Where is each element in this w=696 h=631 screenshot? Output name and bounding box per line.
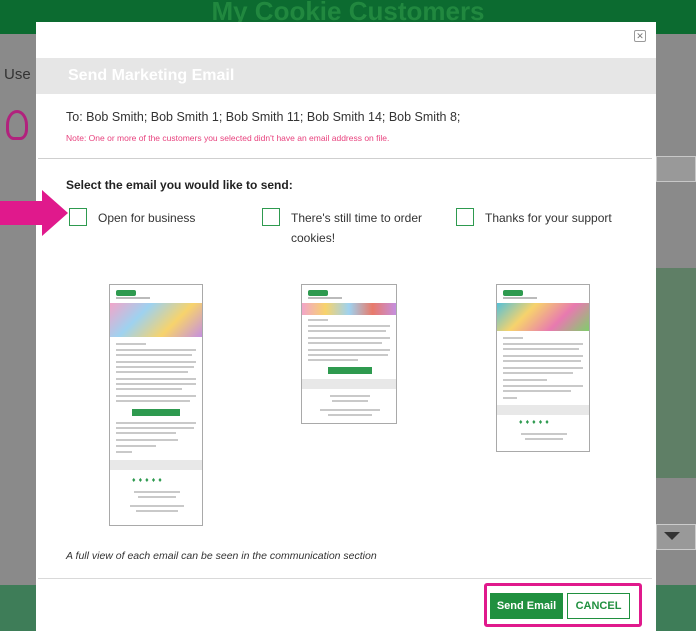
lightbulb-icon: [6, 110, 28, 140]
recipients-line: To: Bob Smith; Bob Smith 1; Bob Smith 11…: [66, 110, 461, 124]
footer-divider: [38, 578, 652, 579]
send-email-button[interactable]: Send Email: [490, 593, 563, 619]
option-still-time[interactable]: There's still time to order cookies!: [262, 208, 442, 248]
background-input: [656, 156, 696, 182]
modal-header: Send Marketing Email: [36, 58, 656, 94]
option-label: Thanks for your support: [485, 211, 612, 225]
missing-email-note: Note: One or more of the customers you s…: [66, 133, 390, 143]
checkbox[interactable]: [69, 208, 87, 226]
option-open-for-business[interactable]: Open for business: [69, 208, 195, 228]
close-icon[interactable]: ✕: [634, 30, 646, 42]
background-left-text: Use: [4, 66, 31, 83]
email-preview-open-for-business: ♦♦♦♦♦: [109, 284, 203, 526]
select-chevron-icon: [664, 532, 680, 540]
checkbox[interactable]: [456, 208, 474, 226]
send-marketing-email-modal: ✕ Send Marketing Email To: Bob Smith; Bo…: [36, 22, 656, 631]
email-preview-thanks: ♦♦♦♦♦: [496, 284, 590, 452]
cancel-button[interactable]: CANCEL: [567, 593, 630, 619]
option-label: There's still time to order cookies!: [291, 211, 422, 245]
full-view-note: A full view of each email can be seen in…: [66, 550, 377, 562]
checkbox[interactable]: [262, 208, 280, 226]
option-label: Open for business: [98, 211, 196, 225]
email-preview-still-time: [301, 284, 397, 424]
email-select-label: Select the email you would like to send:: [66, 178, 293, 192]
modal-title: Send Marketing Email: [68, 67, 235, 84]
option-thanks[interactable]: Thanks for your support: [456, 208, 612, 228]
background-panel: [656, 268, 696, 478]
pointer-arrow-icon: [0, 190, 68, 236]
divider: [38, 158, 652, 159]
